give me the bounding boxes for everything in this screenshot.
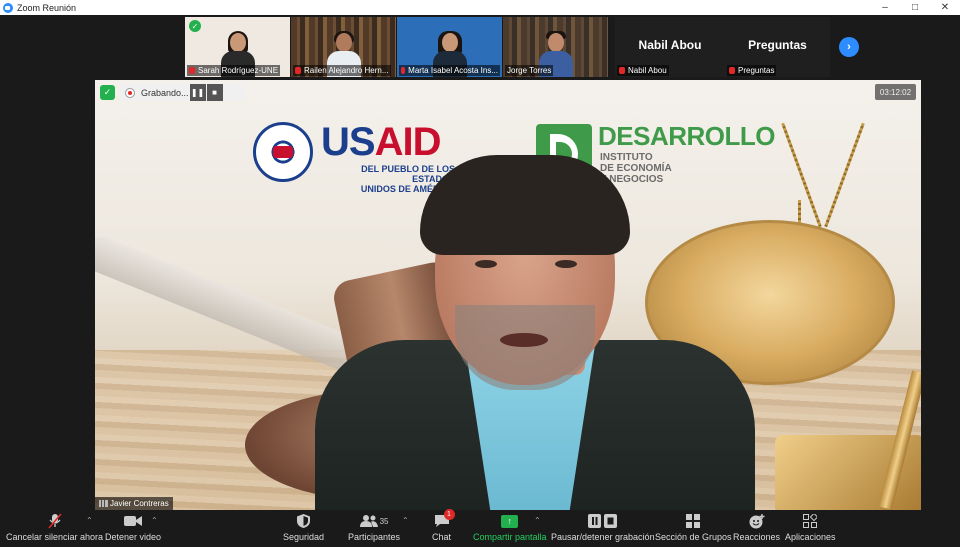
window-title: Zoom Reunión: [17, 2, 77, 13]
participant-tile[interactable]: Railen Alejandro Hern...: [291, 17, 396, 77]
mic-muted-icon: [189, 67, 195, 74]
security-button[interactable]: Seguridad: [283, 513, 324, 542]
check-icon: ✓: [189, 20, 201, 32]
meeting-toolbar: Cancelar silenciar ahora ⌃ Detener video…: [0, 509, 960, 547]
chat-bubble-icon: 1: [434, 509, 455, 529]
chevron-up-icon[interactable]: ⌃: [86, 516, 93, 525]
share-screen-icon: ↑: [501, 514, 519, 528]
participant-name: Marta Isabel Acosta Ins...: [408, 66, 498, 75]
apps-icon: [803, 513, 818, 529]
mic-muted-icon: [401, 67, 406, 74]
apps-button[interactable]: Aplicaciones: [785, 513, 836, 542]
participant-name: Preguntas: [738, 66, 775, 75]
chevron-up-icon[interactable]: ⌃: [151, 516, 158, 525]
mic-off-icon: [47, 513, 62, 529]
shield-icon[interactable]: ✓: [100, 85, 115, 100]
record-controls-icon: [587, 513, 618, 529]
signal-icon: [99, 500, 108, 507]
participant-tile[interactable]: ✓ Sarah Rodríguez-UNE: [185, 17, 290, 77]
pause-recording-button[interactable]: ❚❚: [189, 84, 206, 101]
active-speaker-video: USAID DEL PUEBLO DE LOS ESTADOS UNIDOS DE…: [95, 80, 921, 510]
mic-muted-icon: [295, 67, 301, 74]
mic-muted-icon: [729, 67, 735, 74]
chat-button[interactable]: 1 Chat: [432, 509, 455, 542]
minimize-button[interactable]: –: [870, 0, 900, 15]
participant-name: Railen Alejandro Hern...: [304, 66, 389, 75]
chevron-up-icon[interactable]: ⌃: [402, 516, 409, 525]
participant-tile[interactable]: Marta Isabel Acosta Ins...: [397, 17, 502, 77]
chevron-up-icon[interactable]: ⌃: [534, 516, 541, 525]
participants-count: 35: [379, 516, 389, 526]
participant-tile[interactable]: Preguntas Preguntas: [725, 17, 830, 77]
maximize-button[interactable]: □: [900, 0, 930, 15]
participants-button[interactable]: 35 Participantes: [348, 513, 400, 542]
participant-display-name: Nabil Abou: [638, 38, 702, 52]
meeting-timer: 03:12:02: [875, 84, 916, 100]
speaker-person: [295, 155, 765, 510]
recording-indicator: Grabando... ❚❚ ■: [120, 84, 245, 101]
recording-label: Grabando...: [141, 87, 189, 98]
participant-gallery: ✓ Sarah Rodríguez-UNE Railen Alejandro H…: [0, 15, 960, 78]
participant-tile[interactable]: Jorge Torres: [503, 17, 608, 77]
chat-unread-badge: 1: [443, 509, 455, 520]
participant-name: Nabil Abou: [628, 66, 667, 75]
participant-tile[interactable]: Nabil Abou Nabil Abou: [615, 17, 725, 77]
pause-stop-recording-button[interactable]: Pausar/detener grabación: [551, 513, 655, 542]
mic-muted-icon: [619, 67, 625, 74]
shield-icon: [297, 513, 311, 529]
grid-icon: [686, 513, 701, 529]
zoom-app-icon: [3, 2, 13, 13]
record-icon: [125, 87, 135, 98]
window-controls: – □ ✕: [870, 0, 960, 15]
desarrollo-logo: DESARROLLO: [598, 121, 776, 151]
stop-recording-button[interactable]: ■: [206, 84, 223, 101]
breakout-rooms-button[interactable]: Sección de Grupos: [655, 513, 732, 542]
participants-icon: [359, 515, 378, 527]
video-camera-icon: [124, 513, 143, 529]
title-bar: Zoom Reunión – □ ✕: [0, 0, 960, 15]
participant-display-name: Preguntas: [748, 38, 807, 52]
participant-name: Jorge Torres: [507, 66, 552, 75]
smiley-plus-icon: [749, 513, 765, 529]
close-button[interactable]: ✕: [930, 0, 960, 15]
reactions-button[interactable]: Reacciones: [733, 513, 780, 542]
participant-name: Sarah Rodríguez-UNE: [198, 66, 279, 75]
chevron-right-icon[interactable]: ›: [839, 37, 859, 57]
speaker-name-label: Javier Contreras: [95, 497, 173, 510]
